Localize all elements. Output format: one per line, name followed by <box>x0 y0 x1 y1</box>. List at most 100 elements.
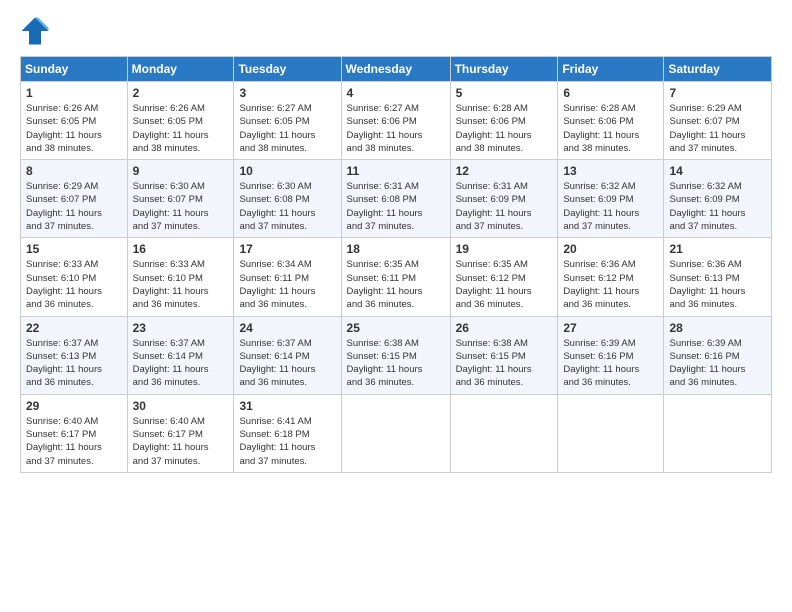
daylight-text: Daylight: 11 hours <box>669 208 745 219</box>
sunrise-text: Sunrise: 6:40 AM <box>26 416 98 427</box>
sunrise-text: Sunrise: 6:38 AM <box>347 338 419 349</box>
day-info: Sunrise: 6:32 AMSunset: 6:09 PMDaylight:… <box>669 180 766 233</box>
sunrise-text: Sunrise: 6:33 AM <box>133 259 205 270</box>
day-info: Sunrise: 6:36 AMSunset: 6:13 PMDaylight:… <box>669 258 766 311</box>
daylight-minutes-text: and 36 minutes. <box>563 377 631 388</box>
daylight-text: Daylight: 11 hours <box>563 208 639 219</box>
calendar-cell: 30 Sunrise: 6:40 AMSunset: 6:17 PMDayligh… <box>127 394 234 472</box>
week-row-1: 1Sunrise: 6:26 AMSunset: 6:05 PMDaylight… <box>21 82 772 160</box>
sunrise-text: Sunrise: 6:26 AM <box>26 103 98 114</box>
daylight-text: Daylight: 11 hours <box>347 286 423 297</box>
day-number: 20 <box>563 242 658 256</box>
daylight-text: Daylight: 11 hours <box>133 286 209 297</box>
calendar-cell: 31 Sunrise: 6:41 AMSunset: 6:18 PMDayligh… <box>234 394 341 472</box>
daylight-minutes-text: and 36 minutes. <box>133 377 201 388</box>
daylight-text: Daylight: 11 hours <box>133 208 209 219</box>
daylight-text: Daylight: 11 hours <box>26 442 102 453</box>
day-info: Sunrise: 6:35 AMSunset: 6:11 PMDaylight:… <box>347 258 445 311</box>
day-info: Sunrise: 6:34 AMSunset: 6:11 PMDaylight:… <box>239 258 335 311</box>
daylight-minutes-text: and 37 minutes. <box>563 221 631 232</box>
day-info: Sunrise: 6:40 AMSunset: 6:17 PMDaylight:… <box>133 415 229 468</box>
day-info: Sunrise: 6:37 AMSunset: 6:14 PMDaylight:… <box>133 337 229 390</box>
calendar-cell: 20 Sunrise: 6:36 AMSunset: 6:12 PMDayligh… <box>558 238 664 316</box>
day-info: Sunrise: 6:26 AMSunset: 6:05 PMDaylight:… <box>26 102 122 155</box>
sunset-text: Sunset: 6:08 PM <box>239 194 309 205</box>
logo <box>20 16 54 46</box>
day-number: 15 <box>26 242 122 256</box>
daylight-minutes-text: and 37 minutes. <box>239 221 307 232</box>
calendar-cell: 19Sunrise: 6:35 AMSunset: 6:12 PMDayligh… <box>450 238 558 316</box>
calendar-cell: 4Sunrise: 6:27 AMSunset: 6:06 PMDaylight… <box>341 82 450 160</box>
calendar-table: SundayMondayTuesdayWednesdayThursdayFrid… <box>20 56 772 473</box>
day-number: 22 <box>26 321 122 335</box>
sunrise-text: Sunrise: 6:37 AM <box>133 338 205 349</box>
weekday-header-sunday: Sunday <box>21 57 128 82</box>
daylight-minutes-text: and 36 minutes. <box>133 299 201 310</box>
sunrise-text: Sunrise: 6:27 AM <box>347 103 419 114</box>
day-number: 13 <box>563 164 658 178</box>
day-info: Sunrise: 6:32 AMSunset: 6:09 PMDaylight:… <box>563 180 658 233</box>
sunrise-text: Sunrise: 6:41 AM <box>239 416 311 427</box>
daylight-text: Daylight: 11 hours <box>133 442 209 453</box>
sunrise-text: Sunrise: 6:35 AM <box>456 259 528 270</box>
day-number: 2 <box>133 86 229 100</box>
day-info: Sunrise: 6:36 AMSunset: 6:12 PMDaylight:… <box>563 258 658 311</box>
day-info: Sunrise: 6:35 AMSunset: 6:12 PMDaylight:… <box>456 258 553 311</box>
day-number: 11 <box>347 164 445 178</box>
daylight-minutes-text: and 38 minutes. <box>26 143 94 154</box>
calendar-cell: 5Sunrise: 6:28 AMSunset: 6:06 PMDaylight… <box>450 82 558 160</box>
calendar-cell <box>341 394 450 472</box>
sunset-text: Sunset: 6:07 PM <box>133 194 203 205</box>
day-number: 21 <box>669 242 766 256</box>
weekday-header-monday: Monday <box>127 57 234 82</box>
day-number: 30 <box>133 399 229 413</box>
day-info: Sunrise: 6:39 AMSunset: 6:16 PMDaylight:… <box>563 337 658 390</box>
daylight-minutes-text: and 37 minutes. <box>239 456 307 467</box>
daylight-minutes-text: and 38 minutes. <box>456 143 524 154</box>
sunset-text: Sunset: 6:14 PM <box>133 351 203 362</box>
sunset-text: Sunset: 6:08 PM <box>347 194 417 205</box>
day-info: Sunrise: 6:29 AMSunset: 6:07 PMDaylight:… <box>669 102 766 155</box>
sunrise-text: Sunrise: 6:27 AM <box>239 103 311 114</box>
daylight-text: Daylight: 11 hours <box>239 130 315 141</box>
sunrise-text: Sunrise: 6:35 AM <box>347 259 419 270</box>
daylight-minutes-text: and 36 minutes. <box>347 299 415 310</box>
day-info: Sunrise: 6:38 AMSunset: 6:15 PMDaylight:… <box>456 337 553 390</box>
sunrise-text: Sunrise: 6:40 AM <box>133 416 205 427</box>
calendar-cell: 12Sunrise: 6:31 AMSunset: 6:09 PMDayligh… <box>450 160 558 238</box>
daylight-text: Daylight: 11 hours <box>239 442 315 453</box>
calendar-cell: 28Sunrise: 6:39 AMSunset: 6:16 PMDayligh… <box>664 316 772 394</box>
daylight-text: Daylight: 11 hours <box>239 286 315 297</box>
daylight-minutes-text: and 38 minutes. <box>347 143 415 154</box>
daylight-minutes-text: and 36 minutes. <box>456 299 524 310</box>
sunrise-text: Sunrise: 6:31 AM <box>347 181 419 192</box>
daylight-minutes-text: and 37 minutes. <box>347 221 415 232</box>
daylight-text: Daylight: 11 hours <box>239 208 315 219</box>
sunrise-text: Sunrise: 6:30 AM <box>239 181 311 192</box>
daylight-minutes-text: and 36 minutes. <box>347 377 415 388</box>
daylight-minutes-text: and 37 minutes. <box>456 221 524 232</box>
day-info: Sunrise: 6:31 AMSunset: 6:08 PMDaylight:… <box>347 180 445 233</box>
day-info: Sunrise: 6:41 AMSunset: 6:18 PMDaylight:… <box>239 415 335 468</box>
day-info: Sunrise: 6:39 AMSunset: 6:16 PMDaylight:… <box>669 337 766 390</box>
daylight-minutes-text: and 37 minutes. <box>26 221 94 232</box>
sunrise-text: Sunrise: 6:38 AM <box>456 338 528 349</box>
sunset-text: Sunset: 6:11 PM <box>239 273 309 284</box>
sunset-text: Sunset: 6:15 PM <box>347 351 417 362</box>
sunset-text: Sunset: 6:06 PM <box>563 116 633 127</box>
sunset-text: Sunset: 6:17 PM <box>26 429 96 440</box>
daylight-text: Daylight: 11 hours <box>456 364 532 375</box>
calendar-cell: 24Sunrise: 6:37 AMSunset: 6:14 PMDayligh… <box>234 316 341 394</box>
daylight-text: Daylight: 11 hours <box>456 208 532 219</box>
daylight-text: Daylight: 11 hours <box>669 364 745 375</box>
day-number: 31 <box>239 399 335 413</box>
calendar-cell: 2Sunrise: 6:26 AMSunset: 6:05 PMDaylight… <box>127 82 234 160</box>
sunrise-text: Sunrise: 6:26 AM <box>133 103 205 114</box>
sunset-text: Sunset: 6:09 PM <box>669 194 739 205</box>
day-number: 24 <box>239 321 335 335</box>
daylight-text: Daylight: 11 hours <box>563 364 639 375</box>
calendar-cell: 26Sunrise: 6:38 AMSunset: 6:15 PMDayligh… <box>450 316 558 394</box>
calendar-cell: 23Sunrise: 6:37 AMSunset: 6:14 PMDayligh… <box>127 316 234 394</box>
day-info: Sunrise: 6:28 AMSunset: 6:06 PMDaylight:… <box>456 102 553 155</box>
daylight-text: Daylight: 11 hours <box>26 130 102 141</box>
